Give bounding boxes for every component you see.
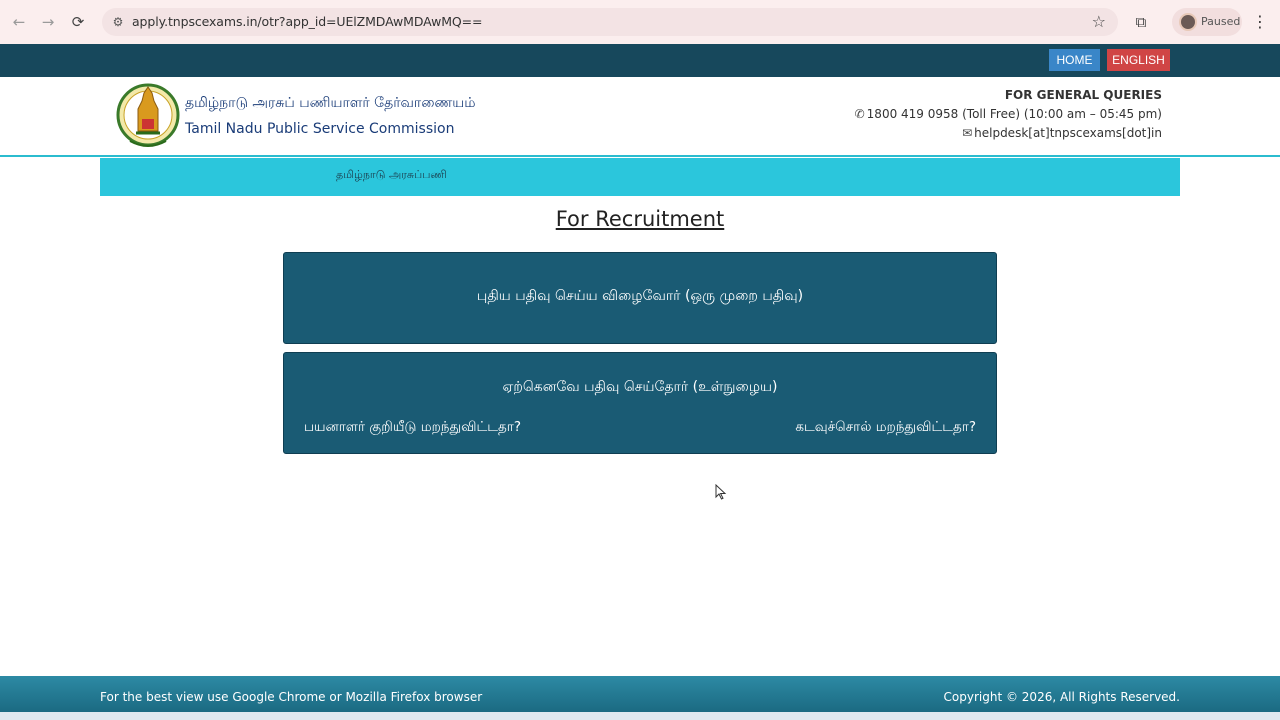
envelope-icon: ✉ bbox=[962, 126, 973, 140]
taskbar-strip bbox=[0, 712, 1280, 720]
site-top-bar: HOME ENGLISH bbox=[0, 44, 1280, 77]
browser-menu-icon[interactable]: ⋮ bbox=[1252, 12, 1268, 32]
helpline-phone: ✆ 1800 419 0958 (Toll Free) (10:00 am – 0… bbox=[855, 107, 1162, 121]
site-header: தமிழ்நாடு அரசுப் பணியாளர் தேர்வாணையம் Ta… bbox=[0, 77, 1280, 157]
profile-status-label: Paused bbox=[1201, 15, 1241, 28]
address-url[interactable]: apply.tnpscexams.in/otr?app_id=UElZMDAwM… bbox=[132, 14, 482, 29]
new-registration-label: புதிய பதிவு செய்ய விழைவோர் (ஒரு முறை பதி… bbox=[476, 288, 804, 304]
avatar bbox=[1179, 13, 1197, 31]
bookmark-star-icon[interactable]: ☆ bbox=[1092, 12, 1106, 31]
queries-title: FOR GENERAL QUERIES bbox=[1004, 88, 1162, 102]
helpdesk-email: ✉ helpdesk[at]tnpscexams[dot]in bbox=[962, 126, 1162, 140]
forgot-password-link[interactable]: கடவுச்சொல் மறந்துவிட்டதா? bbox=[795, 419, 976, 437]
site-info-icon[interactable]: ⚙ bbox=[110, 14, 126, 30]
copyright-text: Copyright © 2026, All Rights Reserved. bbox=[943, 690, 1180, 704]
reload-icon[interactable]: ⟳ bbox=[68, 12, 88, 32]
site-footer: For the best view use Google Chrome or M… bbox=[0, 676, 1280, 712]
browser-note: For the best view use Google Chrome or M… bbox=[100, 690, 483, 704]
mouse-cursor-icon bbox=[715, 484, 727, 500]
address-bar[interactable]: ⚙ apply.tnpscexams.in/otr?app_id=UElZMDA… bbox=[102, 8, 1118, 36]
existing-login-link[interactable]: ஏற்கெனவே பதிவு செய்தோர் (உள்நுழைய) bbox=[284, 379, 996, 397]
announcement-band: தமிழ்நாடு அரசுப்பணி bbox=[100, 158, 1180, 196]
page-title: For Recruitment bbox=[555, 207, 725, 231]
home-button[interactable]: HOME bbox=[1049, 49, 1100, 71]
forgot-userid-link[interactable]: பயனாளர் குறியீடு மறந்துவிட்டதா? bbox=[304, 419, 521, 437]
announcement-text: தமிழ்நாடு அரசுப்பணி bbox=[336, 168, 447, 181]
phone-text: 1800 419 0958 (Toll Free) (10:00 am – 05… bbox=[866, 107, 1162, 121]
forward-arrow-icon[interactable]: → bbox=[38, 12, 58, 32]
language-button[interactable]: ENGLISH bbox=[1107, 49, 1170, 71]
back-arrow-icon[interactable]: ← bbox=[9, 12, 29, 32]
org-name-english: Tamil Nadu Public Service Commission bbox=[185, 121, 455, 137]
phone-icon: ✆ bbox=[854, 107, 865, 121]
profile-button[interactable]: Paused bbox=[1172, 8, 1242, 36]
new-registration-button[interactable]: புதிய பதிவு செய்ய விழைவோர் (ஒரு முறை பதி… bbox=[283, 252, 997, 344]
tamil-nadu-emblem-logo[interactable] bbox=[116, 79, 180, 153]
browser-toolbar: ← → ⟳ ⚙ apply.tnpscexams.in/otr?app_id=U… bbox=[0, 0, 1280, 44]
existing-user-login-panel: ஏற்கெனவே பதிவு செய்தோர் (உள்நுழைய) பயனாள… bbox=[283, 352, 997, 454]
org-name-tamil: தமிழ்நாடு அரசுப் பணியாளர் தேர்வாணையம் bbox=[185, 95, 476, 111]
extensions-icon[interactable]: ⧉ bbox=[1131, 12, 1151, 32]
email-text: helpdesk[at]tnpscexams[dot]in bbox=[974, 126, 1162, 140]
